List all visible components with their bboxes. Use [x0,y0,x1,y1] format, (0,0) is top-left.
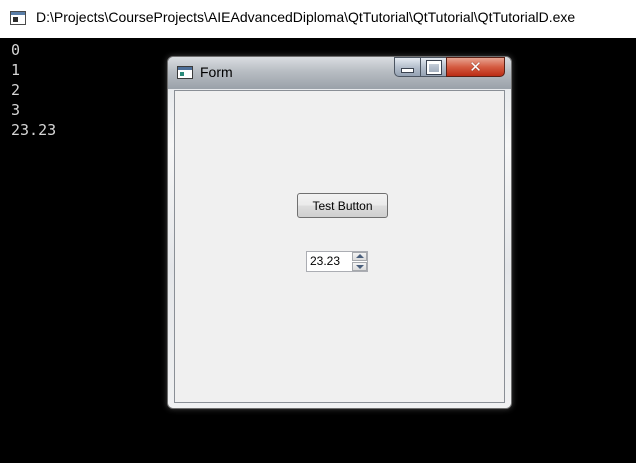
form-title-bar[interactable]: Form ✕ [168,57,511,89]
double-spin-box[interactable] [306,251,368,272]
console-output-lines: 0 1 2 3 23.23 [11,40,56,140]
console-title-bar: D:\Projects\CourseProjects\AIEAdvancedDi… [0,0,636,39]
form-client-area: Test Button [174,90,505,403]
console-app-icon [10,11,26,25]
qt-form-icon[interactable] [177,66,193,79]
spin-box-input[interactable] [307,252,351,271]
console-line: 23.23 [11,121,57,139]
console-line: 0 [11,41,21,59]
form-window: Form ✕ Test Button [167,56,512,409]
test-button[interactable]: Test Button [297,193,388,218]
console-line: 3 [11,101,21,119]
spin-up-button[interactable] [352,252,367,261]
minimize-icon [401,68,414,73]
console-window-title: D:\Projects\CourseProjects\AIEAdvancedDi… [36,9,576,25]
maximize-icon [425,59,442,75]
form-window-title: Form [200,64,233,80]
close-icon: ✕ [469,57,482,76]
close-button[interactable]: ✕ [446,57,505,77]
console-line: 1 [11,61,21,79]
caption-buttons: ✕ [394,57,505,78]
console-line: 2 [11,81,21,99]
spin-box-buttons [352,252,367,271]
maximize-button[interactable] [420,57,446,77]
spin-down-button[interactable] [352,262,367,271]
minimize-button[interactable] [394,57,420,77]
